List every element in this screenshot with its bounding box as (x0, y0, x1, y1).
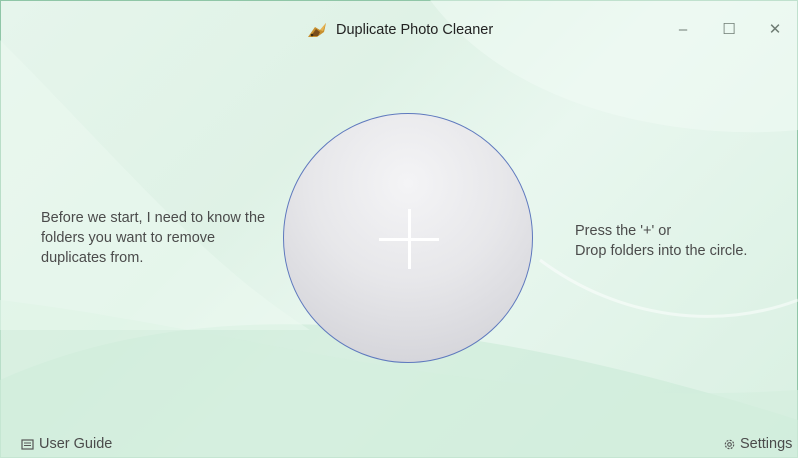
right-instruction-line-1: Press the '+' or (575, 223, 672, 239)
bird-feather-logo-icon (308, 23, 326, 37)
title-bar: Duplicate Photo Cleaner – ☐ ✕ (0, 0, 798, 58)
close-button[interactable]: ✕ (752, 14, 798, 44)
left-instruction: Before we start, I need to know the fold… (41, 210, 266, 266)
app-title-text: Duplicate Photo Cleaner (336, 22, 494, 38)
user-guide-label: User Guide (39, 436, 113, 452)
window-controls: – ☐ ✕ (660, 14, 798, 44)
plus-icon[interactable] (379, 209, 439, 269)
maximize-button[interactable]: ☐ (706, 14, 752, 44)
minimize-button[interactable]: – (660, 14, 706, 44)
app-window: Duplicate Photo Cleaner – ☐ ✕ Before we … (0, 0, 798, 458)
right-instruction: Press the '+' or Drop folders into the c… (575, 221, 790, 261)
book-icon (21, 438, 34, 450)
settings-link[interactable]: Settings (723, 436, 792, 452)
settings-label: Settings (740, 436, 793, 452)
user-guide-link[interactable]: User Guide (21, 436, 112, 452)
app-title: Duplicate Photo Cleaner (306, 19, 493, 41)
gear-icon (724, 439, 735, 449)
right-instruction-line-2: Drop folders into the circle. (575, 243, 748, 259)
add-folder-drop-zone[interactable] (283, 113, 533, 363)
